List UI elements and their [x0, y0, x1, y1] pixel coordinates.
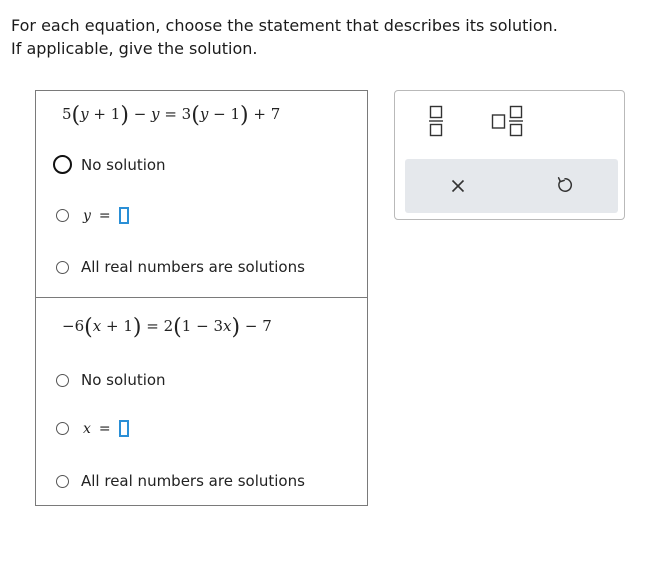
eq2-op: −: [244, 317, 258, 335]
radio-solution-1[interactable]: [56, 209, 69, 222]
solution-line-2: x =: [83, 420, 129, 437]
eq1-num: 1: [230, 105, 240, 123]
solution-equals: =: [98, 207, 111, 224]
radio-solution-2[interactable]: [56, 422, 69, 435]
radio-no-solution-1[interactable]: [53, 155, 72, 174]
eq1-coef: 3: [181, 105, 192, 123]
undo-icon: [557, 177, 573, 192]
eq1-op: +: [93, 105, 106, 123]
clear-button[interactable]: [451, 178, 465, 197]
eq2-op: −: [196, 317, 209, 335]
eq1-op: −: [213, 105, 226, 123]
eq1-var: y: [199, 105, 209, 123]
problem-panel-1: 5(y + 1) − y = 3(y − 1) + 7 No solution …: [35, 90, 368, 298]
option-all-real-1[interactable]: All real numbers are solutions: [56, 258, 305, 276]
eq1-num: 7: [270, 105, 281, 123]
eq2-op: +: [105, 317, 119, 335]
eq1-op: −: [133, 105, 147, 123]
radio-all-real-1[interactable]: [56, 260, 69, 274]
option-all-real-2[interactable]: All real numbers are solutions: [56, 472, 305, 490]
instructions: For each equation, choose the statement …: [11, 14, 558, 60]
eq2-equals: =: [146, 317, 159, 335]
radio-no-solution-2[interactable]: [56, 373, 69, 387]
eq2-var: x: [92, 317, 102, 335]
equation-2: −6(x + 1) = 2(1 − 3x) − 7: [62, 315, 272, 340]
answer-input-1[interactable]: [118, 207, 129, 224]
eq1-equals: =: [164, 105, 177, 123]
fraction-button[interactable]: [429, 105, 443, 141]
eq1-var: y: [151, 105, 160, 123]
radio-all-real-2[interactable]: [56, 474, 69, 488]
eq2-num: 1: [123, 317, 133, 335]
option-no-solution-1[interactable]: No solution: [53, 155, 166, 174]
undo-button[interactable]: [556, 176, 574, 198]
eq1-op: +: [253, 105, 266, 123]
eq2-coef: 2: [163, 317, 174, 335]
option-label: All real numbers are solutions: [81, 472, 305, 490]
math-toolbar: [394, 90, 625, 220]
option-solution-2[interactable]: x =: [56, 420, 129, 437]
eq1-num: 1: [110, 105, 121, 123]
eq2-num: 1: [181, 317, 192, 335]
eq1-coef: 5: [62, 105, 72, 123]
mixed-number-button[interactable]: [491, 105, 525, 141]
eq2-coef: 3: [213, 317, 223, 335]
mixed-number-icon: [491, 105, 523, 137]
eq1-var: y: [80, 105, 89, 123]
answer-input-2[interactable]: [118, 420, 129, 437]
problem-panel-2: −6(x + 1) = 2(1 − 3x) − 7 No solution x …: [35, 297, 368, 506]
option-no-solution-2[interactable]: No solution: [56, 371, 166, 389]
option-label: No solution: [81, 155, 166, 174]
equation-1: 5(y + 1) − y = 3(y − 1) + 7: [62, 103, 281, 128]
fraction-icon: [429, 105, 443, 137]
clear-icon: [451, 179, 465, 193]
solution-variable: x: [83, 420, 91, 437]
solution-line-1: y =: [83, 207, 129, 224]
instructions-line-1: For each equation, choose the statement …: [11, 16, 558, 35]
solution-variable: y: [83, 207, 91, 224]
option-label: All real numbers are solutions: [81, 258, 305, 276]
eq2-coef: −6: [62, 317, 85, 335]
eq2-num: 7: [262, 317, 272, 335]
solution-equals: =: [98, 420, 111, 437]
instructions-line-2: If applicable, give the solution.: [11, 39, 258, 58]
option-label: No solution: [81, 371, 166, 389]
option-solution-1[interactable]: y =: [56, 207, 129, 224]
action-bar: [405, 159, 618, 213]
